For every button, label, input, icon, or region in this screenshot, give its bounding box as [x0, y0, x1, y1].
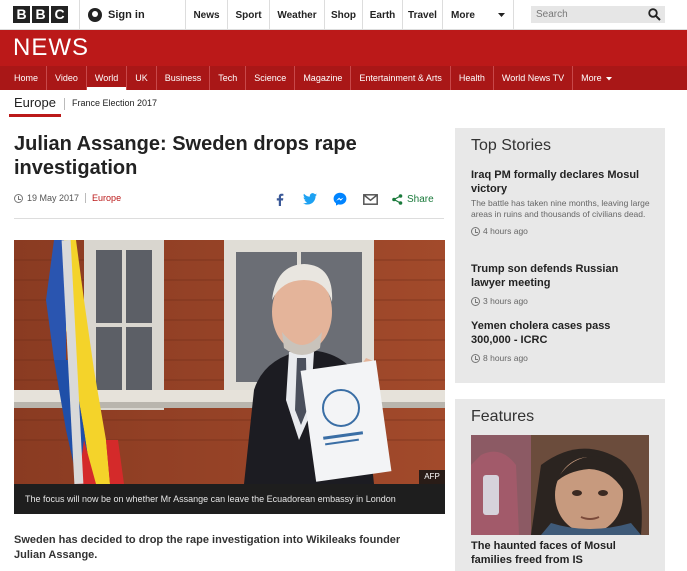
- subnav-divider: [64, 98, 65, 110]
- top-stories-heading: Top Stories: [471, 137, 552, 154]
- clock-icon: [471, 226, 480, 236]
- top-story-time: 4 hours ago: [471, 226, 653, 236]
- top-story-title[interactable]: Trump son defends Russian lawyer meeting: [471, 262, 653, 290]
- article-lede: Sweden has decided to drop the rape inve…: [14, 534, 401, 561]
- subnav-item-france-election[interactable]: France Election 2017: [72, 98, 157, 108]
- image-caption: The focus will now be on whether Mr Assa…: [14, 484, 445, 514]
- nav-item-video[interactable]: Video: [47, 66, 87, 90]
- top-story-item[interactable]: Trump son defends Russian lawyer meeting…: [471, 262, 653, 306]
- top-story-time: 3 hours ago: [471, 296, 653, 306]
- clock-icon: [14, 193, 23, 203]
- article-headline: Julian Assange: Sweden drops rape invest…: [14, 133, 357, 179]
- nav-item-magazine[interactable]: Magazine: [295, 66, 352, 90]
- nav-item-uk[interactable]: UK: [127, 66, 157, 90]
- top-story-item[interactable]: Iraq PM formally declares Mosul victory …: [471, 168, 653, 236]
- share-label: Share: [407, 193, 434, 205]
- features-heading: Features: [471, 408, 535, 425]
- top-story-time-label: 3 hours ago: [483, 296, 528, 306]
- article-category-link[interactable]: Europe: [92, 193, 121, 203]
- nav-item-science[interactable]: Science: [246, 66, 296, 90]
- nav-item-health[interactable]: Health: [451, 66, 494, 90]
- top-nav-news[interactable]: News: [186, 0, 228, 30]
- top-story-time-label: 8 hours ago: [483, 353, 528, 363]
- share-button[interactable]: Share: [392, 194, 434, 205]
- signin-label: Sign in: [108, 9, 145, 21]
- article-divider: [14, 218, 444, 219]
- nav-item-more-label: More: [581, 73, 602, 83]
- bbc-logo-letter: B: [13, 6, 30, 23]
- top-nav-weather[interactable]: Weather: [270, 0, 325, 30]
- nav-item-tech[interactable]: Tech: [210, 66, 247, 90]
- clock-icon: [471, 296, 480, 306]
- nav-item-world-news-tv[interactable]: World News TV: [494, 66, 574, 90]
- facebook-icon[interactable]: [272, 191, 288, 207]
- nav-item-business[interactable]: Business: [157, 66, 211, 90]
- top-stories-panel: Top Stories Iraq PM formally declares Mo…: [455, 128, 665, 383]
- twitter-icon[interactable]: [302, 191, 318, 207]
- top-nav: News Sport Weather Shop Earth Travel Mor…: [186, 0, 514, 30]
- bbc-logo[interactable]: B B C: [13, 6, 68, 23]
- top-story-item[interactable]: Yemen cholera cases pass 300,000 - ICRC …: [471, 319, 653, 363]
- article-photo: [14, 240, 445, 484]
- news-header: NEWS: [0, 30, 687, 66]
- nav-item-more[interactable]: More: [573, 66, 620, 90]
- email-icon[interactable]: [362, 191, 378, 207]
- news-nav: Home Video World UK Business Tech Scienc…: [0, 66, 687, 90]
- share-icon: [392, 193, 403, 205]
- messenger-icon[interactable]: [332, 191, 348, 207]
- top-nav-more[interactable]: More: [443, 0, 514, 30]
- article-meta: 19 May 2017 Europe: [14, 193, 121, 203]
- chevron-down-icon: [498, 12, 505, 17]
- nav-item-home[interactable]: Home: [6, 66, 48, 90]
- section-title-europe[interactable]: Europe: [9, 95, 61, 117]
- image-credit: AFP: [419, 470, 445, 484]
- signin-button[interactable]: Sign in: [79, 0, 186, 30]
- article-date: 19 May 2017: [27, 193, 80, 203]
- bbc-logo-letter: B: [32, 6, 49, 23]
- search-box: [531, 6, 665, 23]
- bbc-masthead: B B C Sign in News Sport Weather Shop Ea…: [0, 0, 687, 30]
- top-nav-sport[interactable]: Sport: [228, 0, 270, 30]
- top-story-title[interactable]: Yemen cholera cases pass 300,000 - ICRC: [471, 319, 653, 347]
- top-nav-travel[interactable]: Travel: [403, 0, 443, 30]
- top-story-time: 8 hours ago: [471, 353, 653, 363]
- nav-item-world[interactable]: World: [86, 66, 128, 90]
- top-nav-more-label: More: [451, 9, 475, 21]
- share-tools: Share: [272, 191, 434, 207]
- top-nav-earth[interactable]: Earth: [363, 0, 403, 30]
- top-story-title[interactable]: Iraq PM formally declares Mosul victory: [471, 168, 653, 196]
- user-icon: [88, 8, 102, 22]
- bbc-logo-letter: C: [51, 6, 68, 23]
- features-panel: Features The haunted faces of Mosul fami…: [455, 399, 665, 571]
- search-input[interactable]: [531, 6, 641, 23]
- nav-item-entertainment-arts[interactable]: Entertainment & Arts: [351, 66, 451, 90]
- secondary-nav: Europe France Election 2017: [0, 90, 687, 117]
- search-icon[interactable]: [648, 8, 661, 21]
- top-nav-shop[interactable]: Shop: [325, 0, 363, 30]
- news-wordmark[interactable]: NEWS: [13, 34, 89, 62]
- meta-divider: [85, 193, 87, 203]
- feature-title[interactable]: The haunted faces of Mosul families free…: [471, 539, 651, 567]
- clock-icon: [471, 353, 480, 363]
- top-story-time-label: 4 hours ago: [483, 226, 528, 236]
- top-story-summary: The battle has taken nine months, leavin…: [471, 198, 650, 219]
- feature-image[interactable]: [471, 435, 649, 535]
- chevron-down-icon: [606, 77, 613, 81]
